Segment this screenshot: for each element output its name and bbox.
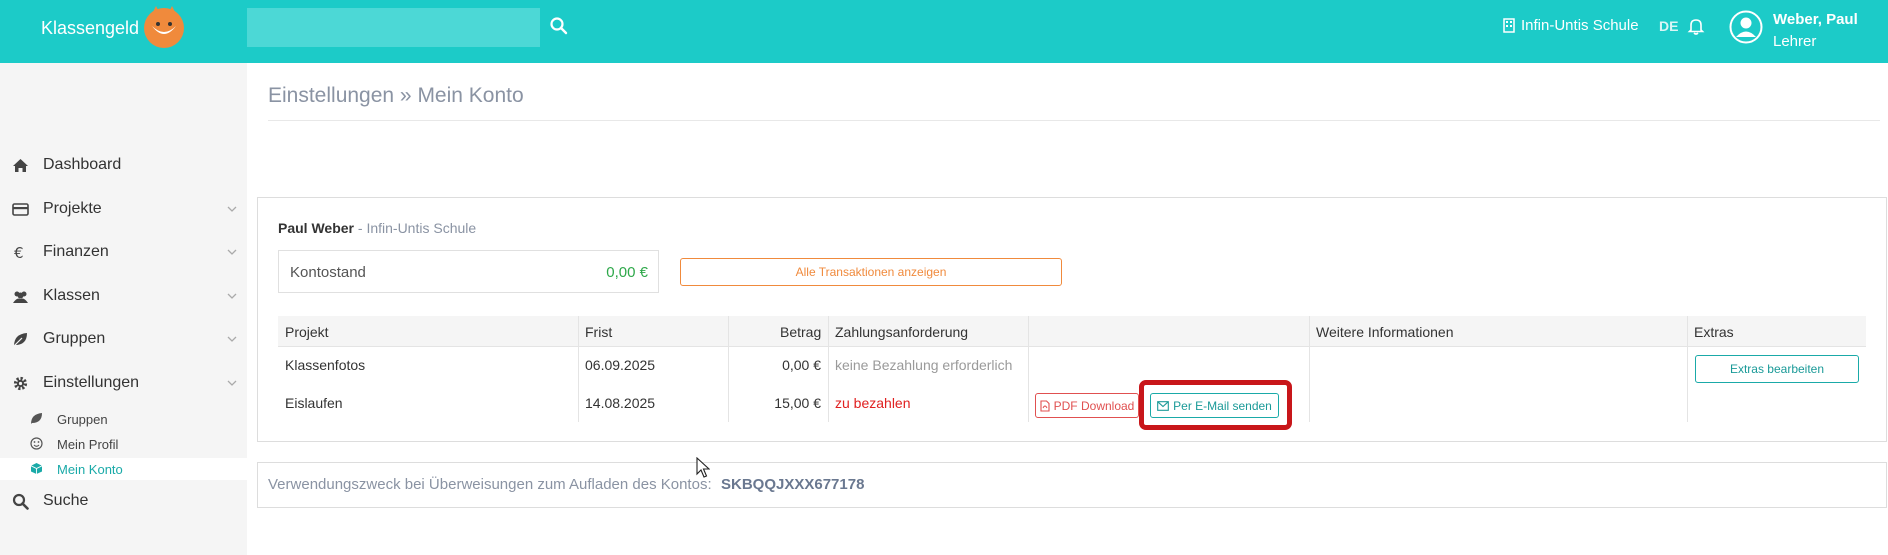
chevron-down-icon xyxy=(227,336,237,342)
mouse-cursor-icon xyxy=(696,457,710,478)
leaf-icon xyxy=(13,333,27,347)
sidebar-item-label: Gruppen xyxy=(43,330,106,347)
edit-extras-button[interactable]: Extras bearbeiten xyxy=(1695,355,1859,383)
sidebar-item-suche[interactable]: Suche xyxy=(0,487,247,515)
sidebar-item-gruppen[interactable]: Gruppen xyxy=(0,325,247,353)
top-bar: Klassengeld Infin-Untis Schule DE Weber,… xyxy=(0,0,1888,63)
brand-name[interactable]: Klassengeld xyxy=(41,18,139,39)
gear-icon xyxy=(13,376,28,391)
leaf-icon xyxy=(31,413,42,424)
user-role: Lehrer xyxy=(1773,33,1817,50)
fox-logo-icon[interactable] xyxy=(138,4,190,50)
column-divider xyxy=(1309,316,1310,422)
pdf-download-label: PDF Download xyxy=(1053,398,1135,413)
sidebar-item-projekte[interactable]: Projekte xyxy=(0,195,247,223)
home-icon xyxy=(13,159,28,172)
sidebar-subitem-label: Mein Konto xyxy=(57,462,123,477)
highlight-box xyxy=(1139,380,1292,430)
column-divider xyxy=(1687,316,1688,422)
sidebar-subitem-mein-konto[interactable]: Mein Konto xyxy=(0,458,247,480)
school-name: Infin-Untis Schule xyxy=(1521,17,1639,34)
user-name[interactable]: Weber, Paul xyxy=(1773,11,1858,28)
users-icon xyxy=(13,291,28,303)
sidebar-item-label: Suche xyxy=(43,492,89,509)
table-cell-project: Klassenfotos xyxy=(285,357,366,373)
search-icon[interactable] xyxy=(549,16,569,36)
chevron-down-icon xyxy=(227,380,237,386)
sidebar-subitem-mein-profil[interactable]: Mein Profil xyxy=(0,433,247,455)
table-header xyxy=(278,316,1866,347)
sidebar-item-klassen[interactable]: Klassen xyxy=(0,282,247,310)
sidebar-item-label: Klassen xyxy=(43,287,100,304)
sidebar-item-label: Finanzen xyxy=(43,243,109,260)
sidebar-item-finanzen[interactable]: € Finanzen xyxy=(0,238,247,266)
file-pdf-icon xyxy=(1040,399,1050,412)
credit-card-icon xyxy=(12,203,29,216)
account-owner: Paul Weber - Infin-Untis Schule xyxy=(278,220,476,236)
balance-label: Kontostand xyxy=(290,264,366,281)
table-cell-status: zu bezahlen xyxy=(835,395,911,411)
table-cell-due: 06.09.2025 xyxy=(585,357,656,373)
table-cell-status: keine Bezahlung erforderlich xyxy=(835,357,1013,373)
bell-icon[interactable] xyxy=(1687,17,1705,35)
search-input[interactable] xyxy=(247,8,540,47)
avatar[interactable] xyxy=(1729,10,1763,44)
sidebar-item-einstellungen[interactable]: Einstellungen xyxy=(0,369,247,397)
balance-value: 0,00 € xyxy=(606,264,648,281)
building-icon xyxy=(1503,18,1515,33)
table-cell-due: 14.08.2025 xyxy=(585,395,656,411)
sidebar-subitem-gruppen[interactable]: Gruppen xyxy=(0,408,247,430)
svg-text:€: € xyxy=(14,244,24,261)
sidebar-item-label: Einstellungen xyxy=(43,374,140,391)
divider xyxy=(268,120,1880,121)
column-header-betrag: Betrag xyxy=(780,324,822,340)
chevron-down-icon xyxy=(227,249,237,255)
sidebar-subitem-label: Gruppen xyxy=(57,412,108,427)
table-cell-amount: 0,00 € xyxy=(782,357,821,373)
sidebar-item-label: Dashboard xyxy=(43,156,122,173)
reference-label: Verwendungszweck bei Überweisungen zum A… xyxy=(268,476,712,493)
euro-icon: € xyxy=(14,244,24,261)
language-switch[interactable]: DE xyxy=(1659,18,1678,34)
owner-name: Paul Weber xyxy=(278,220,354,236)
page-title: Einstellungen » Mein Konto xyxy=(268,84,524,107)
pdf-download-button[interactable]: PDF Download xyxy=(1035,393,1139,418)
sidebar-item-label: Projekte xyxy=(43,200,102,217)
smiley-icon xyxy=(30,437,43,450)
column-header-extras: Extras xyxy=(1694,324,1734,340)
table-cell-project: Eislaufen xyxy=(285,395,343,411)
search-icon xyxy=(12,493,29,510)
chevron-down-icon xyxy=(227,206,237,212)
cube-icon xyxy=(30,463,43,474)
column-header-projekt: Projekt xyxy=(285,324,329,340)
school-link[interactable]: Infin-Untis Schule xyxy=(1503,17,1639,34)
all-transactions-button[interactable]: Alle Transaktionen anzeigen xyxy=(680,258,1062,286)
balance-box: Kontostand 0,00 € xyxy=(278,250,659,293)
chevron-down-icon xyxy=(227,293,237,299)
column-header-frist: Frist xyxy=(585,324,613,340)
column-header-zahlungsanforderung: Zahlungsanforderung xyxy=(835,324,969,340)
column-divider xyxy=(578,316,579,422)
column-header-weitere-informationen: Weitere Informationen xyxy=(1316,324,1454,340)
column-divider xyxy=(1028,316,1029,422)
owner-school: - Infin-Untis Schule xyxy=(354,220,477,236)
table-cell-amount: 15,00 € xyxy=(774,395,821,411)
sidebar-item-dashboard[interactable]: Dashboard xyxy=(0,151,247,179)
reference-code: SKBQQJXXX677178 xyxy=(721,476,865,493)
column-divider xyxy=(828,316,829,422)
sidebar-subitem-label: Mein Profil xyxy=(57,437,119,452)
